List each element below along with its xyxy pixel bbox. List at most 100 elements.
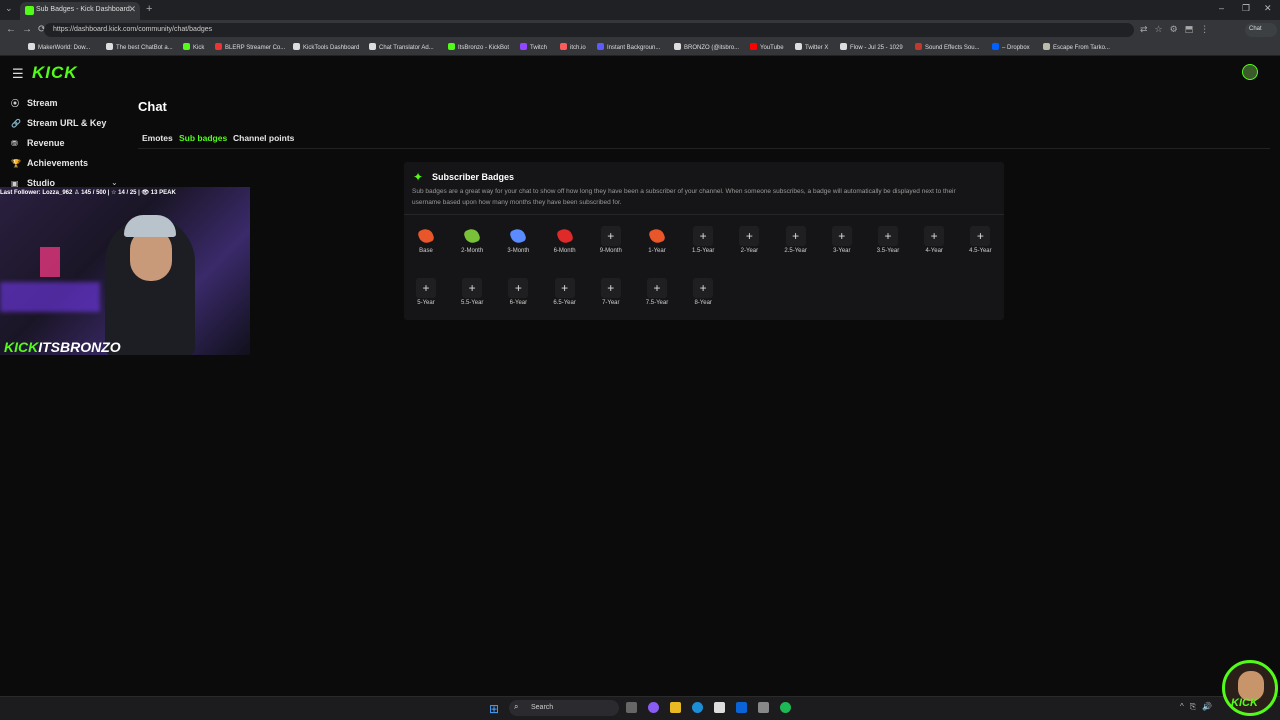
add-badge-button[interactable]: + [508, 278, 529, 298]
badge-slot[interactable]: +6-Year [498, 278, 538, 306]
badge-label: 5.5-Year [460, 300, 484, 306]
badge-slot[interactable]: +9-Month [591, 226, 631, 254]
bookmark-item[interactable]: Sound Effects Sou... [915, 43, 980, 51]
spotify-icon[interactable] [780, 702, 791, 713]
app2-icon[interactable] [758, 702, 769, 713]
windows-start-icon[interactable]: ⊞ [489, 702, 499, 716]
tab-channel-points[interactable]: Channel points [233, 133, 294, 143]
badge-image[interactable] [555, 226, 575, 246]
bookmark-item[interactable]: Twitch [520, 43, 547, 51]
add-badge-button[interactable]: + [600, 278, 621, 298]
badge-slot[interactable]: +4.5-Year [960, 226, 1000, 254]
bookmark-icon [597, 43, 604, 50]
badge-slot[interactable]: 1-Year [637, 226, 677, 254]
close-tab-icon[interactable]: ✕ [128, 4, 136, 15]
browser-tab[interactable]: Sub Badges - Kick Dashboard ✕ [20, 2, 140, 20]
bookmark-item[interactable]: Flow - Jul 25 - 1029 [840, 43, 903, 51]
badge-image[interactable] [647, 226, 667, 246]
bookmark-item[interactable]: itch.io [560, 43, 586, 51]
bookmark-item[interactable]: BLERP Streamer Co... [215, 43, 285, 51]
badge-image[interactable] [416, 226, 436, 246]
bookmark-item[interactable]: Chat Translator Ad... [369, 43, 434, 51]
bookmark-item[interactable]: BRONZO (@itsbro... [674, 43, 739, 51]
sidebar-item-label: Achievements [27, 158, 89, 168]
add-badge-button[interactable]: + [416, 278, 436, 298]
sidebar-item-revenue[interactable]: ⛃ Revenue [11, 138, 65, 148]
user-avatar[interactable] [1242, 64, 1258, 80]
badge-slot[interactable]: +5.5-Year [452, 278, 492, 306]
file-explorer-icon[interactable] [670, 702, 681, 713]
bookmark-item[interactable]: Escape From Tarko... [1043, 43, 1110, 51]
add-badge-button[interactable]: + [647, 278, 667, 298]
badge-label: 9-Month [599, 248, 622, 254]
address-bar-icons[interactable]: ⇄☆⚙⬒⋮ [1140, 24, 1216, 35]
sidebar-item-stream-url-key[interactable]: 🔗 Stream URL & Key [11, 118, 106, 128]
close-window-icon[interactable]: ✕ [1264, 3, 1272, 14]
add-badge-button[interactable]: + [785, 226, 806, 246]
store-icon[interactable] [714, 702, 725, 713]
add-badge-button[interactable]: + [924, 226, 945, 246]
badge-image[interactable] [462, 226, 482, 246]
badge-slot[interactable]: +8-Year [683, 278, 723, 306]
maximize-icon[interactable]: ❐ [1242, 3, 1250, 14]
badge-slot[interactable]: +3.5-Year [868, 226, 908, 254]
app-icon[interactable] [648, 702, 659, 713]
bookmark-item[interactable]: Twitter X [795, 43, 828, 51]
badge-slot[interactable]: +6.5-Year [545, 278, 585, 306]
badge-slot[interactable]: +2.5-Year [776, 226, 816, 254]
badge-slot[interactable]: 3-Month [498, 226, 538, 254]
bookmark-item[interactable]: The best ChatBot a... [106, 43, 173, 51]
badge-image[interactable] [508, 226, 528, 246]
badge-slot[interactable]: +3-Year [822, 226, 862, 254]
bookmark-item[interactable]: MakerWorld: Dow... [28, 43, 90, 51]
brand-name: ITSBRONZO [38, 339, 121, 355]
badge-slot[interactable]: +5-Year [406, 278, 446, 306]
mail-icon[interactable] [736, 702, 747, 713]
chevron-down-icon[interactable]: ⌄ [111, 178, 118, 187]
badge-slot[interactable]: 6-Month [545, 226, 585, 254]
bookmark-label: The best ChatBot a... [116, 45, 173, 51]
bookmark-icon [106, 43, 113, 50]
bookmark-item[interactable]: – Dropbox [992, 43, 1030, 51]
taskbar-search[interactable]: Search [509, 700, 619, 716]
add-badge-button[interactable]: + [554, 278, 575, 298]
add-badge-button[interactable]: + [462, 278, 483, 298]
chat-button[interactable]: Chat [1245, 23, 1277, 37]
badge-slot[interactable]: +4-Year [914, 226, 954, 254]
minimize-icon[interactable]: – [1219, 3, 1224, 13]
tab-emotes[interactable]: Emotes [142, 133, 173, 143]
add-badge-button[interactable]: + [831, 226, 852, 246]
badge-slot[interactable]: +7-Year [591, 278, 631, 306]
sidebar-item-stream[interactable]: ⦿ Stream [11, 98, 58, 109]
new-tab-button[interactable]: + [146, 3, 152, 15]
bookmark-item[interactable]: Instant Backgroun... [597, 43, 660, 51]
kick-logo[interactable]: KICK [32, 63, 78, 83]
sidebar-item-achievements[interactable]: 🏆 Achievements [11, 158, 88, 168]
browser-icon[interactable] [692, 702, 703, 713]
badge-slot[interactable]: +7.5-Year [637, 278, 677, 306]
badge-slot[interactable]: +2-Year [729, 226, 769, 254]
badge-slot[interactable]: Base [406, 226, 446, 254]
add-badge-button[interactable]: + [693, 226, 714, 246]
bookmark-label: BLERP Streamer Co... [225, 45, 286, 51]
tab-sub-badges[interactable]: Sub badges [179, 133, 227, 143]
add-badge-button[interactable]: + [878, 226, 898, 246]
bookmark-item[interactable]: KickTools Dashboard [293, 43, 359, 51]
menu-icon[interactable]: ☰ [12, 66, 24, 82]
add-badge-button[interactable]: + [600, 226, 621, 246]
bookmark-item[interactable]: ItsBronzo - KickBot [448, 43, 509, 51]
badge-label: 2-Month [461, 248, 484, 254]
add-badge-button[interactable]: + [693, 278, 714, 298]
bookmark-item[interactable]: YouTube [750, 43, 784, 51]
add-badge-button[interactable]: + [970, 226, 991, 246]
url-input[interactable]: https://dashboard.kick.com/community/cha… [44, 23, 1134, 37]
badge-slot[interactable]: +1.5-Year [683, 226, 723, 254]
bookmark-label: Flow - Jul 25 - 1029 [850, 45, 903, 51]
badge-slot[interactable]: 2-Month [452, 226, 492, 254]
add-badge-button[interactable]: + [739, 226, 760, 246]
badge-label: 8-Year [694, 300, 712, 306]
system-tray[interactable]: ^⎘🔊 [1180, 702, 1218, 712]
task-view-icon[interactable] [626, 702, 637, 713]
bookmark-item[interactable]: Kick [183, 43, 204, 51]
tab-list-icon[interactable]: ⌄ [5, 3, 13, 14]
